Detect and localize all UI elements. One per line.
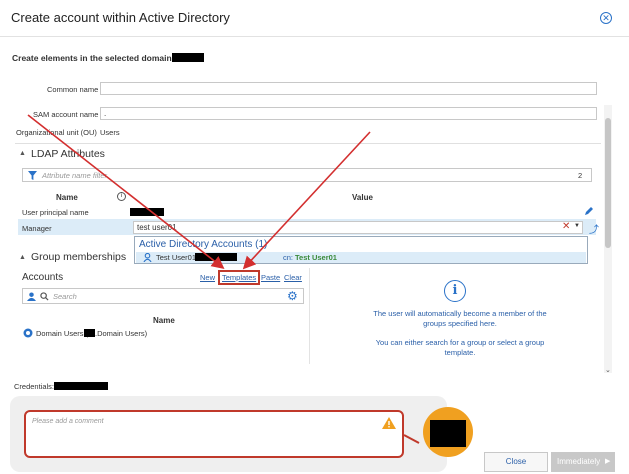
manager-value-input[interactable]: test user01: [133, 221, 583, 234]
info-message: The user will automatically become a mem…: [318, 309, 602, 358]
info-line-4: template.: [444, 348, 476, 357]
scrollbar-thumb[interactable]: [605, 118, 611, 248]
play-icon: ▶: [605, 458, 611, 465]
redacted-upn: [130, 208, 164, 216]
comment-placeholder: Please add a comment: [32, 418, 104, 425]
comment-input[interactable]: Please add a comment: [24, 410, 404, 458]
filter-placeholder: Attribute name filter: [42, 171, 108, 180]
search-placeholder: Search: [53, 292, 77, 301]
dropdown-cn-value: Test User01: [295, 253, 337, 262]
dialog-title: Create account within Active Directory: [11, 10, 230, 25]
info-small-icon[interactable]: i: [117, 192, 126, 201]
common-name-input[interactable]: [100, 82, 597, 95]
templates-link[interactable]: Templates: [218, 270, 261, 285]
people-icon: [27, 292, 36, 301]
info-line-3: You can either search for a group or sel…: [375, 338, 545, 347]
redacted-credentials: [54, 382, 108, 390]
groups-split-divider: [309, 268, 310, 364]
manager-autocomplete-dropdown: Active Directory Accounts (1) Test User0…: [134, 236, 588, 264]
paste-link[interactable]: Paste: [261, 273, 280, 282]
clear-link[interactable]: Clear: [284, 273, 302, 282]
immediately-button[interactable]: Immediately ▶: [551, 452, 615, 472]
group-search-input[interactable]: Search ⚙: [22, 288, 304, 304]
dropdown-item-name: Test User01: [156, 253, 197, 262]
new-link[interactable]: New: [200, 273, 215, 282]
group-memberships-header[interactable]: Group memberships: [31, 251, 126, 263]
attribute-filter-input[interactable]: Attribute name filter 2: [22, 168, 592, 182]
close-circle-icon[interactable]: ✕: [600, 12, 612, 24]
chevron-up-icon[interactable]: ▲: [19, 254, 26, 261]
dropdown-cn-prefix: cn:: [283, 253, 294, 262]
redacted-domain: [172, 53, 204, 62]
group-item-prefix[interactable]: Domain Users (: [36, 329, 88, 338]
filter-icon: [28, 171, 37, 180]
header-divider: [0, 36, 629, 37]
sam-account-name-input[interactable]: .: [100, 107, 597, 120]
group-item-suffix[interactable]: .Domain Users): [95, 329, 147, 338]
upload-icon[interactable]: ⤴: [589, 221, 599, 236]
ldap-row-upn-name: User principal name: [22, 208, 89, 217]
dropdown-caret-icon[interactable]: ▼: [574, 223, 580, 229]
close-button[interactable]: Close: [484, 452, 548, 472]
chevron-up-icon[interactable]: ▲: [19, 150, 26, 157]
credentials-label: Credentials:: [14, 382, 55, 391]
accounts-label: Accounts: [22, 272, 64, 283]
redacted-user-detail: [195, 253, 237, 261]
immediately-label: Immediately: [557, 457, 601, 466]
redacted-group-domain: [84, 329, 95, 337]
ou-value: Users: [100, 128, 120, 137]
search-icon: [40, 292, 49, 301]
ldap-section-header[interactable]: LDAP Attributes: [31, 148, 105, 160]
info-line-1: The user will automatically become a mem…: [373, 309, 547, 318]
dropdown-group-label: Active Directory Accounts (1): [139, 239, 268, 250]
sam-account-name-label: SAM account name: [33, 110, 99, 119]
common-name-label: Common name: [47, 85, 99, 94]
ldap-row-manager-name: Manager: [22, 224, 52, 233]
group-icon: [23, 328, 33, 338]
user-icon: [143, 253, 152, 262]
ldap-divider: [15, 143, 601, 144]
scroll-down-icon[interactable]: ⌄: [605, 366, 611, 374]
ldap-col-value: Value: [352, 193, 373, 202]
edit-icon[interactable]: [584, 206, 594, 216]
ldap-col-name: Name: [56, 193, 78, 202]
domain-subtitle: Create elements in the selected domain:: [12, 53, 175, 63]
ou-label: Organizational unit (OU): [16, 128, 97, 137]
info-line-2: groups specified here.: [423, 319, 497, 328]
gear-icon[interactable]: ⚙: [287, 289, 298, 303]
clear-x-icon[interactable]: ✕: [562, 221, 570, 233]
groups-col-name: Name: [153, 316, 175, 325]
warning-icon: [382, 417, 396, 429]
filter-count: 2: [578, 171, 583, 180]
redacted-avatar: [430, 420, 466, 447]
info-icon: i: [444, 280, 466, 302]
